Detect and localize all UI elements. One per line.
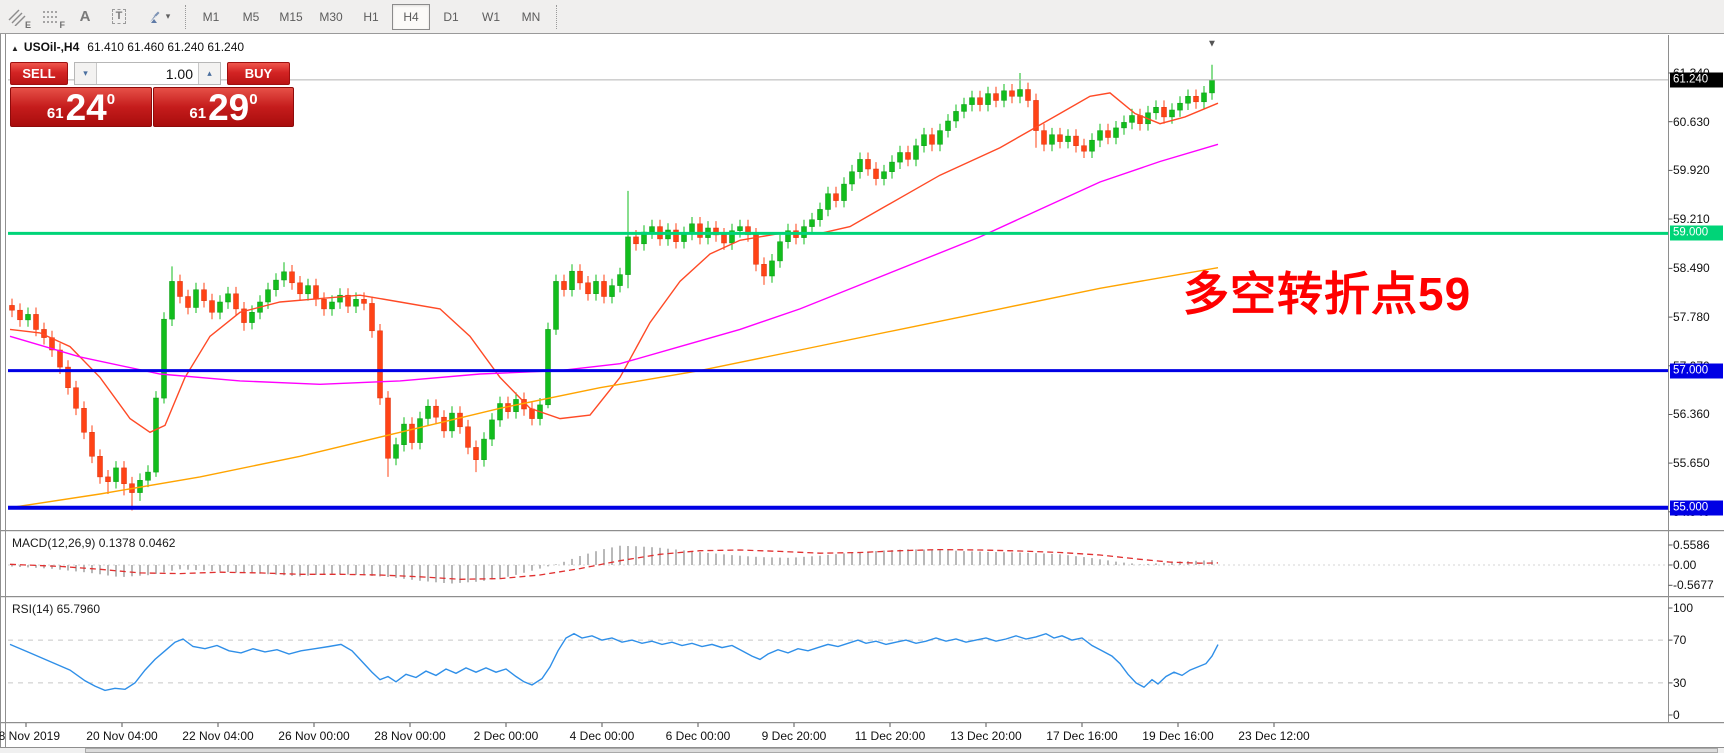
mt4-window: ▼61.34060.63059.92059.21058.49057.78057.…	[0, 0, 1724, 753]
symbol-label: USOil-,H4	[24, 40, 79, 54]
chevron-down-icon: ▾	[166, 11, 171, 22]
time-axis-label: 19 Dec 16:00	[1142, 729, 1213, 743]
price-tick-label: 59.920	[1673, 163, 1710, 177]
price-level-badge: 61.240	[1670, 72, 1723, 87]
timeframe-bar: M1M5M15M30H1H4D1W1MN	[191, 4, 551, 30]
price-tick-label: 60.630	[1673, 115, 1710, 129]
timeframe-h1[interactable]: H1	[352, 4, 390, 30]
price-tick-label: 55.650	[1673, 456, 1710, 470]
fibonacci-retracement-icon[interactable]: F	[35, 4, 67, 30]
text-tool-icon[interactable]: A	[69, 4, 101, 30]
chart-title: ▲ USOil-,H4 61.410 61.460 61.240 61.240	[11, 40, 244, 54]
time-axis-label: 13 Dec 20:00	[950, 729, 1021, 743]
price-tick-label: 54.940	[1673, 505, 1710, 519]
time-axis-label: 4 Dec 00:00	[570, 729, 635, 743]
arrow-objects-dropdown[interactable]: ▾	[137, 4, 179, 30]
macd-label: MACD(12,26,9) 0.1378 0.0462	[12, 536, 175, 550]
timeframe-w1[interactable]: W1	[472, 4, 510, 30]
macd-axis-label: 0.5586	[1673, 538, 1710, 552]
time-axis-label: 6 Dec 00:00	[666, 729, 731, 743]
letter-t-icon: T	[112, 9, 127, 24]
time-axis-label: 18 Nov 2019	[0, 729, 60, 743]
toolbar: E F A T ▾ M1M5M15M30H1H4D1W1MN	[0, 0, 1724, 34]
volume-increase-button[interactable]: ▴	[198, 63, 220, 84]
timeframe-d1[interactable]: D1	[432, 4, 470, 30]
price-level-badge: 55.000	[1670, 500, 1723, 515]
timeframe-m1[interactable]: M1	[192, 4, 230, 30]
time-axis-label: 22 Nov 04:00	[182, 729, 253, 743]
buy-button[interactable]: BUY	[227, 62, 290, 85]
time-axis-label: 26 Nov 00:00	[278, 729, 349, 743]
timeframe-mn[interactable]: MN	[512, 4, 550, 30]
letter-a-icon: A	[80, 8, 91, 25]
macd-axis-label: -0.5677	[1673, 578, 1714, 592]
sell-price-whole: 61	[47, 105, 64, 122]
time-axis-label: 9 Dec 20:00	[762, 729, 827, 743]
timeframe-h4[interactable]: H4	[392, 4, 430, 30]
rsi-axis-label: 30	[1673, 676, 1686, 690]
equidistant-channel-icon[interactable]: E	[1, 4, 33, 30]
macd-axis-label: 0.00	[1673, 558, 1696, 572]
horizontal-scrollbar	[0, 748, 1724, 753]
volume-input[interactable]	[97, 63, 198, 84]
price-tick-label: 57.070	[1673, 359, 1710, 373]
time-axis-label: 20 Nov 04:00	[86, 729, 157, 743]
dotted-levels-icon	[41, 8, 61, 26]
time-axis-label: 28 Nov 00:00	[374, 729, 445, 743]
collapse-panel-icon[interactable]: ▲	[11, 44, 19, 53]
toolbar-separator	[556, 5, 557, 29]
sell-price-pips: 24	[66, 90, 107, 126]
rsi-axis-label: 70	[1673, 633, 1686, 647]
text-label-tool-icon[interactable]: T	[103, 4, 135, 30]
time-axis-label: 23 Dec 12:00	[1238, 729, 1309, 743]
rsi-axis-label: 100	[1673, 601, 1693, 615]
time-axis-label: 2 Dec 00:00	[474, 729, 539, 743]
rsi-axis-label: 0	[1673, 708, 1680, 722]
sell-button[interactable]: SELL	[10, 62, 68, 85]
price-tick-label: 57.780	[1673, 310, 1710, 324]
buy-price-button[interactable]: 61290	[153, 87, 294, 127]
sell-price-button[interactable]: 61240	[10, 87, 152, 127]
scrollbar-thumb[interactable]	[85, 748, 1718, 753]
volume-decrease-button[interactable]: ▾	[75, 63, 97, 84]
ohlc-values: 61.410 61.460 61.240 61.240	[87, 40, 244, 54]
toolbar-separator	[185, 5, 186, 29]
time-axis-label: 17 Dec 16:00	[1046, 729, 1117, 743]
volume-spinner: ▾ ▴	[74, 62, 221, 85]
price-level-badge: 57.000	[1670, 363, 1723, 378]
tool-glyph: E	[25, 20, 31, 30]
price-tick-label: 61.340	[1673, 66, 1710, 80]
price-level-badge: 59.000	[1670, 226, 1723, 241]
tool-glyph: F	[60, 20, 66, 30]
rsi-label: RSI(14) 65.7960	[12, 602, 100, 616]
price-tick-label: 59.210	[1673, 212, 1710, 226]
arrows-icon	[146, 8, 164, 26]
price-tick-label: 56.360	[1673, 407, 1710, 421]
price-tick-label: 58.490	[1673, 261, 1710, 275]
timeframe-m15[interactable]: M15	[272, 4, 310, 30]
buy-price-whole: 61	[189, 105, 206, 122]
chart-annotation-text: 多空转折点59	[1183, 258, 1471, 324]
time-axis-label: 11 Dec 20:00	[855, 729, 926, 743]
buy-price-point: 0	[249, 91, 257, 108]
sell-price-point: 0	[107, 91, 115, 108]
timeframe-m30[interactable]: M30	[312, 4, 350, 30]
timeframe-m5[interactable]: M5	[232, 4, 270, 30]
buy-price-pips: 29	[208, 90, 249, 126]
